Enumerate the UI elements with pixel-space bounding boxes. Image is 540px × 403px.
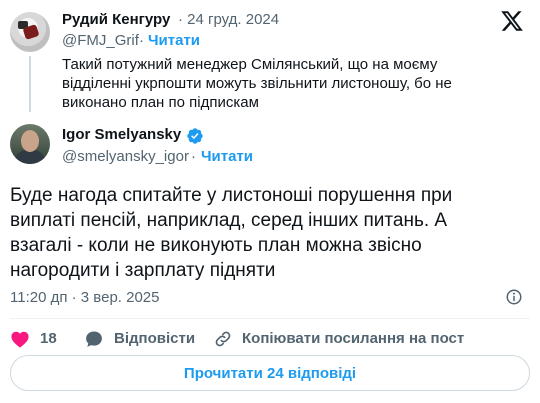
thread-connector-line xyxy=(29,56,31,112)
post-timestamp[interactable]: 11:20 дп · 3 вер. 2025 xyxy=(10,289,160,306)
parent-post-text: Такий потужний менеджер Смілянський, що … xyxy=(62,56,452,111)
verified-badge-icon xyxy=(187,128,203,144)
reply-icon[interactable] xyxy=(84,329,104,349)
author-handle[interactable]: @smelyansky_igor xyxy=(62,148,189,165)
parent-author-handle[interactable]: @FMJ_Grif xyxy=(62,32,139,49)
post-text: Буде нагода спитайте у листоноші порушен… xyxy=(10,185,453,281)
author-avatar[interactable] xyxy=(10,124,50,164)
copy-link-button[interactable]: Копіювати посилання на пост xyxy=(242,330,464,347)
follow-link[interactable]: Читати xyxy=(201,148,253,165)
link-icon[interactable] xyxy=(213,329,233,349)
author-name[interactable]: Igor Smelyansky xyxy=(62,126,181,143)
divider xyxy=(10,318,530,319)
x-logo-icon[interactable] xyxy=(500,9,524,33)
parent-follow-link[interactable]: Читати xyxy=(148,32,200,49)
parent-separator-dot: · xyxy=(139,32,144,49)
parent-post-date[interactable]: · 24 груд. 2024 xyxy=(178,11,279,28)
reply-button[interactable]: Відповісти xyxy=(114,330,195,347)
info-icon[interactable] xyxy=(505,288,523,306)
heart-icon[interactable] xyxy=(10,330,30,348)
separator-dot: · xyxy=(191,148,196,165)
parent-avatar[interactable] xyxy=(10,12,50,52)
like-count[interactable]: 18 xyxy=(40,330,57,347)
read-replies-button[interactable]: Прочитати 24 відповіді xyxy=(10,355,530,391)
parent-author-name[interactable]: Рудий Кенгуру xyxy=(62,11,170,28)
